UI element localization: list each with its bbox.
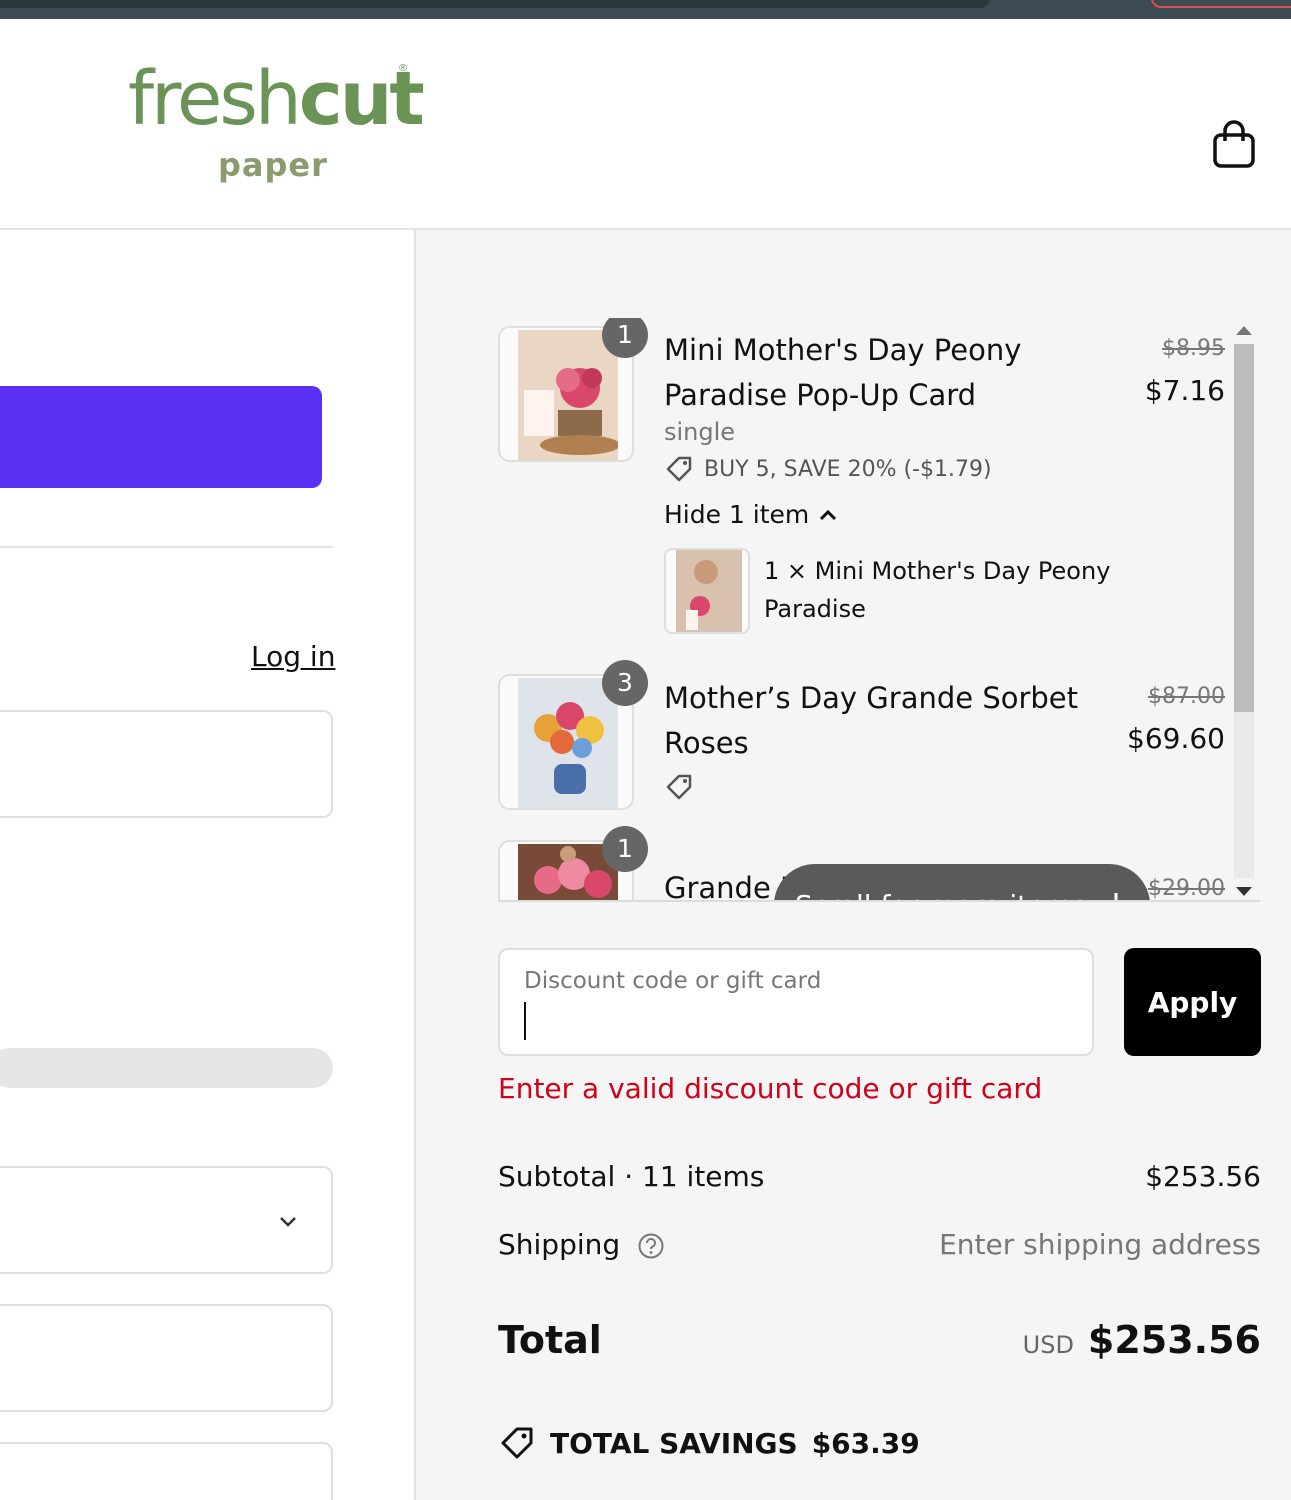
subtotal-row: Subtotal · 11 items $253.56 [498, 1160, 1261, 1193]
chevron-up-icon [820, 509, 837, 520]
hide-items-label: Hide 1 item [664, 500, 810, 529]
arrow-down-icon [1114, 893, 1118, 900]
freshcut-logo[interactable]: freshcut ® paper [128, 59, 425, 189]
shopping-bag-icon[interactable] [1212, 119, 1256, 169]
chevron-down-icon [280, 1217, 296, 1227]
sub-item-title: 1 × Mini Mother's Day Peony Paradise [764, 557, 1111, 623]
item-variant: single [664, 418, 736, 446]
text-caret [524, 1002, 526, 1040]
site-header: freshcut ® paper [0, 19, 1291, 230]
savings-label: TOTAL SAVINGS [550, 1426, 798, 1460]
hide-items-toggle[interactable]: Hide 1 item [664, 500, 839, 529]
quantity-badge: 1 [602, 826, 648, 872]
tag-icon [501, 1427, 533, 1459]
scroll-thumb[interactable] [1234, 344, 1254, 712]
browser-button-edge [1151, 0, 1291, 8]
shipping-label-group: Shipping [498, 1228, 665, 1261]
discount-tag: BUY 5, SAVE 20% (-$1.79) [664, 454, 992, 484]
total-savings: TOTAL SAVINGS $63.39 [498, 1424, 920, 1462]
tag-icon [666, 456, 692, 482]
sub-item-image [664, 548, 750, 634]
logo-subword: paper [218, 146, 328, 184]
login-link[interactable]: Log in [251, 640, 335, 673]
savings-value: $63.39 [811, 1426, 920, 1460]
item-title: Mini Mother's Day Peony Paradise Pop-Up … [664, 333, 1022, 412]
order-summary: 1 Mini Mother's Day Peony Paradise Pop-U… [414, 230, 1291, 1500]
subtotal-value: $253.56 [1145, 1160, 1261, 1193]
express-checkout-button[interactable] [0, 386, 322, 488]
scroll-down-arrow[interactable] [1236, 887, 1252, 896]
shipping-row: Shipping Enter shipping address [498, 1228, 1261, 1261]
quantity-badge: 3 [602, 660, 648, 706]
checkout-form-column: Log in [0, 230, 414, 1500]
help-circle-icon[interactable] [637, 1232, 665, 1260]
shipping-value: Enter shipping address [939, 1228, 1261, 1261]
discount-tag [664, 772, 694, 802]
address-input[interactable] [0, 1442, 333, 1500]
quantity-badge: 1 [602, 318, 648, 358]
price-current: $69.60 [1127, 722, 1225, 755]
shipping-method-placeholder [0, 1048, 333, 1088]
discount-code-placeholder: Discount code or gift card [524, 968, 822, 994]
section-divider [0, 546, 333, 548]
country-select[interactable] [0, 1166, 333, 1274]
subtotal-label: Subtotal · 11 items [498, 1160, 765, 1193]
price-current: $7.16 [1144, 374, 1225, 407]
name-input[interactable] [0, 1304, 333, 1412]
total-amount-group: USD $253.56 [1023, 1318, 1261, 1362]
contact-input[interactable] [0, 710, 333, 818]
scroll-for-more-button[interactable]: Scroll for more items [774, 864, 1150, 901]
item-title: Mother’s Day Grande Sorbet Roses [664, 681, 1079, 760]
address-bar-edge [0, 0, 990, 8]
total-label: Total [498, 1318, 602, 1362]
price-original: $8.95 [1162, 336, 1225, 361]
discount-text: BUY 5, SAVE 20% (-$1.79) [704, 456, 992, 482]
cart-items-list[interactable]: 1 Mini Mother's Day Peony Paradise Pop-U… [498, 318, 1260, 902]
apply-button[interactable]: Apply [1124, 948, 1261, 1056]
scroll-hint-label: Scroll for more items [795, 889, 1087, 901]
currency-code: USD [1022, 1331, 1074, 1359]
discount-code-field[interactable]: Discount code or gift card [498, 948, 1094, 1056]
logo-wordmark: freshcut [128, 56, 425, 142]
browser-top-strip [0, 0, 1291, 19]
logo-word-fresh: fresh [128, 56, 302, 142]
logo-registered-mark: ® [398, 63, 408, 74]
price-original: $87.00 [1148, 684, 1225, 709]
scroll-up-arrow[interactable] [1236, 326, 1252, 335]
price-original: $29.00 [1148, 876, 1225, 901]
discount-error-message: Enter a valid discount code or gift card [498, 1072, 1043, 1105]
total-value: $253.56 [1087, 1318, 1261, 1362]
items-scrollbar[interactable] [1230, 326, 1258, 896]
shipping-label: Shipping [498, 1228, 621, 1261]
tag-icon [666, 774, 692, 800]
total-row: Total USD $253.56 [498, 1318, 1261, 1362]
